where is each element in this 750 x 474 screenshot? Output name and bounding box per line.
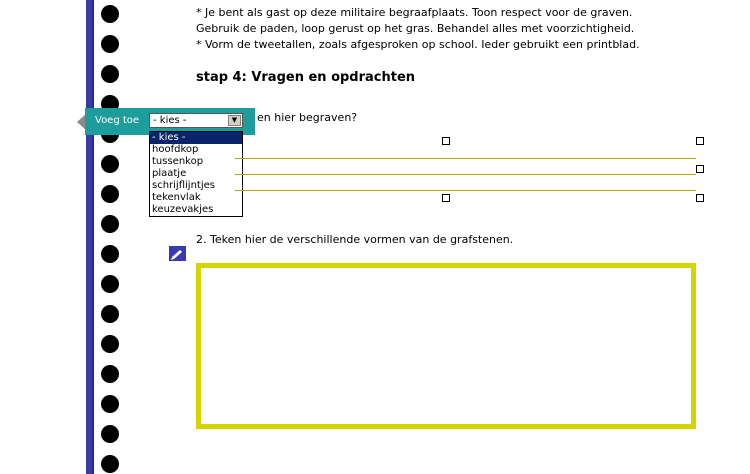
question-2-text: 2. Teken hier de verschillende vormen va… bbox=[196, 233, 514, 246]
intro-line-2: Gebruik de paden, loop gerust op het gra… bbox=[196, 22, 635, 35]
binder-hole bbox=[101, 365, 119, 383]
chevron-down-icon[interactable]: ▼ bbox=[228, 115, 241, 126]
step-heading: stap 4: Vragen en opdrachten bbox=[196, 70, 416, 85]
binder-holes bbox=[101, 0, 121, 474]
question-1-text: en hier begraven? bbox=[257, 111, 358, 124]
binder-hole bbox=[101, 425, 119, 443]
binder-hole bbox=[101, 305, 119, 323]
binder-hole bbox=[101, 155, 119, 173]
writing-line bbox=[235, 158, 696, 159]
binder-hole bbox=[101, 65, 119, 83]
resize-handle-top-right[interactable] bbox=[696, 137, 704, 145]
binder-hole bbox=[101, 455, 119, 473]
binder-hole bbox=[101, 245, 119, 263]
binder-hole bbox=[101, 5, 119, 23]
drawing-area[interactable] bbox=[196, 263, 696, 429]
writing-line bbox=[235, 190, 696, 191]
resize-handle-right[interactable] bbox=[696, 165, 704, 173]
binder-hole bbox=[101, 35, 119, 53]
insert-label: Voeg toe bbox=[95, 115, 140, 126]
option-kies[interactable]: - kies - bbox=[150, 132, 242, 144]
page-margin bbox=[0, 0, 86, 474]
binder-hole bbox=[101, 275, 119, 293]
intro-line-1: * Je bent als gast op deze militaire beg… bbox=[196, 6, 633, 19]
insert-type-dropdown: - kies - hoofdkop tussenkop plaatje schr… bbox=[149, 131, 243, 217]
option-keuzevakjes[interactable]: keuzevakjes bbox=[150, 204, 242, 216]
option-tekenvlak[interactable]: tekenvlak bbox=[150, 192, 242, 204]
resize-handle-top[interactable] bbox=[442, 137, 450, 145]
insert-type-select[interactable]: - kies - ▼ bbox=[149, 113, 243, 128]
option-plaatje[interactable]: plaatje bbox=[150, 168, 242, 180]
binder-hole bbox=[101, 185, 119, 203]
resize-handle-bottom-right[interactable] bbox=[696, 194, 704, 202]
option-tussenkop[interactable]: tussenkop bbox=[150, 156, 242, 168]
option-hoofdkop[interactable]: hoofdkop bbox=[150, 144, 242, 156]
resize-handle-bottom[interactable] bbox=[442, 194, 450, 202]
select-current-value: - kies - bbox=[153, 115, 187, 126]
writing-line bbox=[235, 174, 696, 175]
binder-hole bbox=[101, 395, 119, 413]
option-schrijflijntjes[interactable]: schrijflijntjes bbox=[150, 180, 242, 192]
binder-hole bbox=[101, 215, 119, 233]
pen-icon[interactable] bbox=[169, 246, 186, 261]
binder-edge-shadow bbox=[92, 0, 94, 474]
intro-line-3: * Vorm de tweetallen, zoals afgesproken … bbox=[196, 38, 640, 51]
binder-hole bbox=[101, 335, 119, 353]
